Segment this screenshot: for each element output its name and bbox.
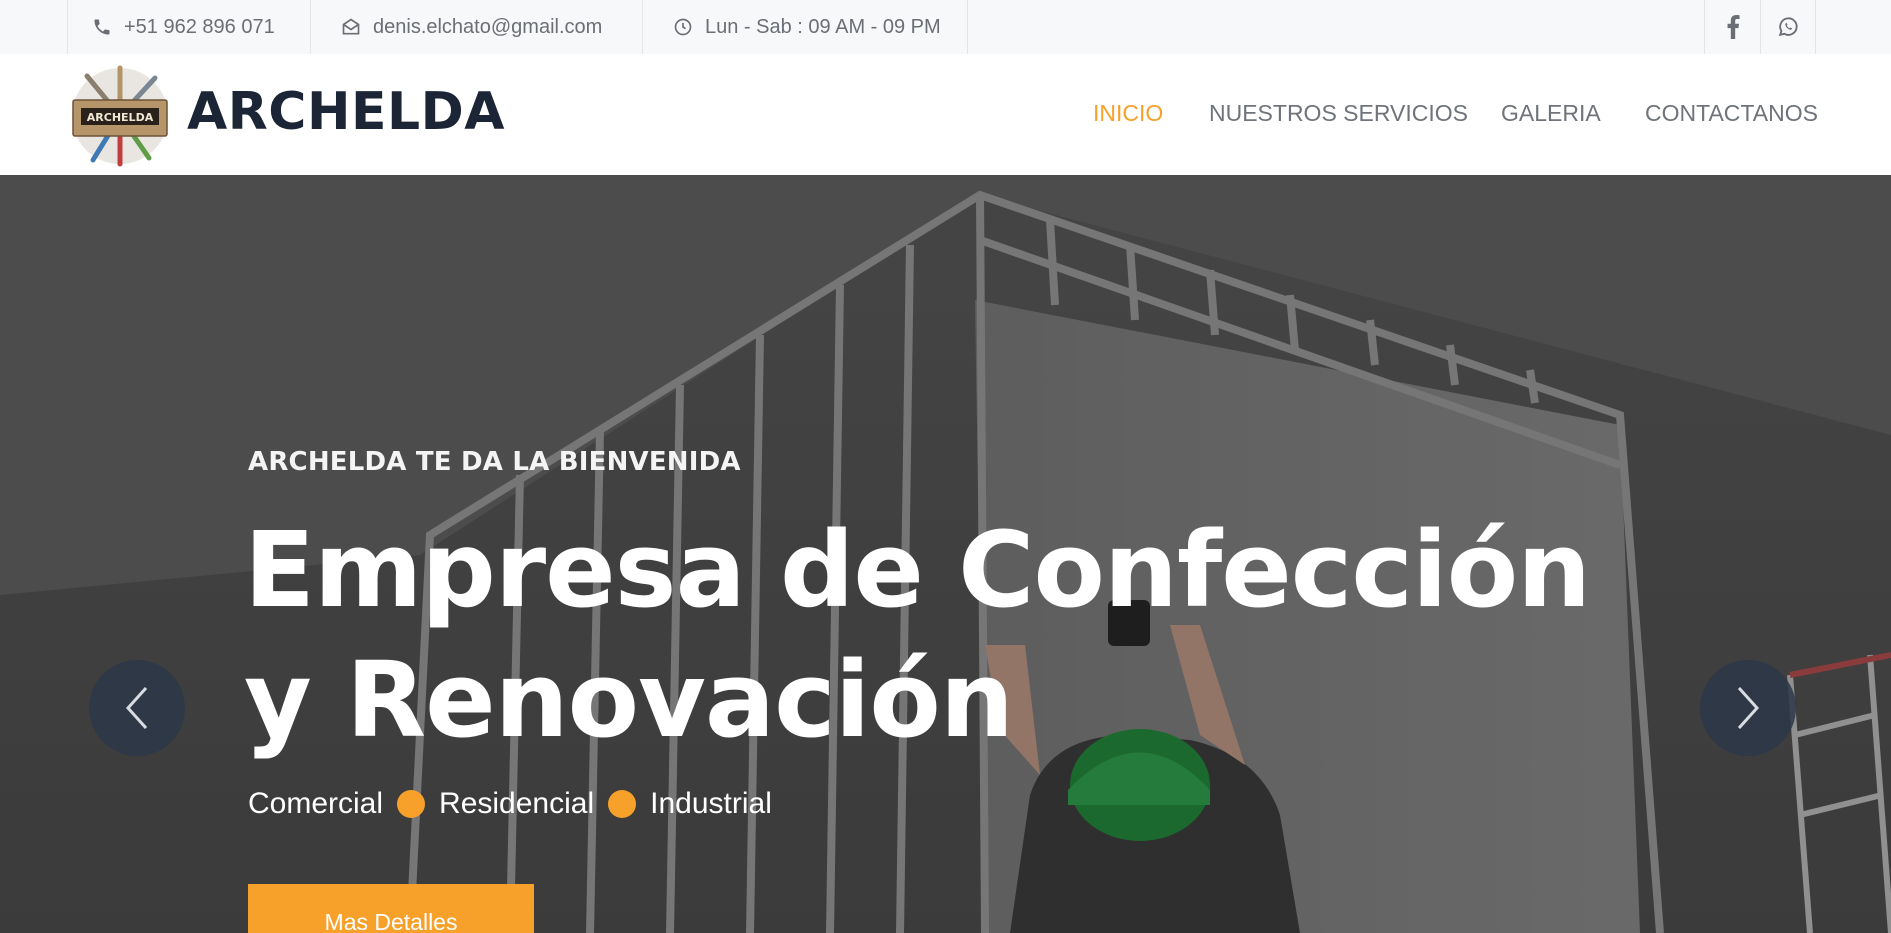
tag-comercial: Comercial	[248, 787, 384, 820]
chevron-left-icon	[125, 686, 148, 730]
facebook-icon	[1727, 15, 1740, 39]
main-header: ARCHELDA ARCHELDA INICIO NUESTROS SERVIC…	[0, 54, 1891, 175]
brand-name[interactable]: ARCHELDA	[187, 80, 505, 144]
logo-text: ARCHELDA	[87, 111, 154, 124]
archelda-logo[interactable]: ARCHELDA	[67, 64, 173, 168]
clock-icon	[674, 18, 692, 36]
more-details-button[interactable]: Mas Detalles	[248, 884, 534, 933]
email-address: denis.elchato@gmail.com	[373, 15, 603, 38]
facebook-link[interactable]	[1704, 0, 1760, 54]
whatsapp-link[interactable]	[1760, 0, 1816, 54]
slider-prev-button[interactable]	[89, 660, 185, 756]
hero-headline-line-2: y Renovación	[244, 639, 1014, 761]
chevron-right-icon	[1737, 686, 1760, 730]
hero-slider: ARCHELDA TE DA LA BIENVENIDA Empresa de …	[0, 175, 1891, 933]
phone-contact[interactable]: +51 962 896 071	[67, 0, 310, 54]
top-info-bar: +51 962 896 071 denis.elchato@gmail.com …	[0, 0, 1891, 54]
email-contact[interactable]: denis.elchato@gmail.com	[310, 0, 642, 54]
phone-number: +51 962 896 071	[124, 15, 275, 38]
bullet-dot	[397, 790, 426, 818]
nav-inicio[interactable]: INICIO	[1093, 100, 1163, 127]
nav-nuestros-servicios[interactable]: NUESTROS SERVICIOS	[1209, 100, 1468, 127]
nav-contactanos[interactable]: CONTACTANOS	[1645, 100, 1818, 127]
hours-text: Lun - Sab : 09 AM - 09 PM	[705, 15, 941, 38]
bullet-dot	[608, 790, 637, 818]
phone-icon	[94, 19, 110, 35]
hero-headline: Empresa de Confección y Renovación	[244, 505, 1644, 765]
whatsapp-icon	[1778, 17, 1798, 37]
nav-galeria[interactable]: GALERIA	[1501, 100, 1601, 127]
hero-headline-line-1: Empresa de Confección	[244, 509, 1591, 631]
tag-residencial: Residencial	[439, 787, 595, 820]
slider-next-button[interactable]	[1700, 660, 1796, 756]
tag-industrial: Industrial	[650, 787, 772, 820]
hero-eyebrow: ARCHELDA TE DA LA BIENVENIDA	[248, 447, 741, 477]
hero-tags: Comercial Residencial Industrial	[248, 787, 772, 821]
business-hours: Lun - Sab : 09 AM - 09 PM	[642, 0, 968, 54]
envelope-open-icon	[342, 18, 360, 35]
